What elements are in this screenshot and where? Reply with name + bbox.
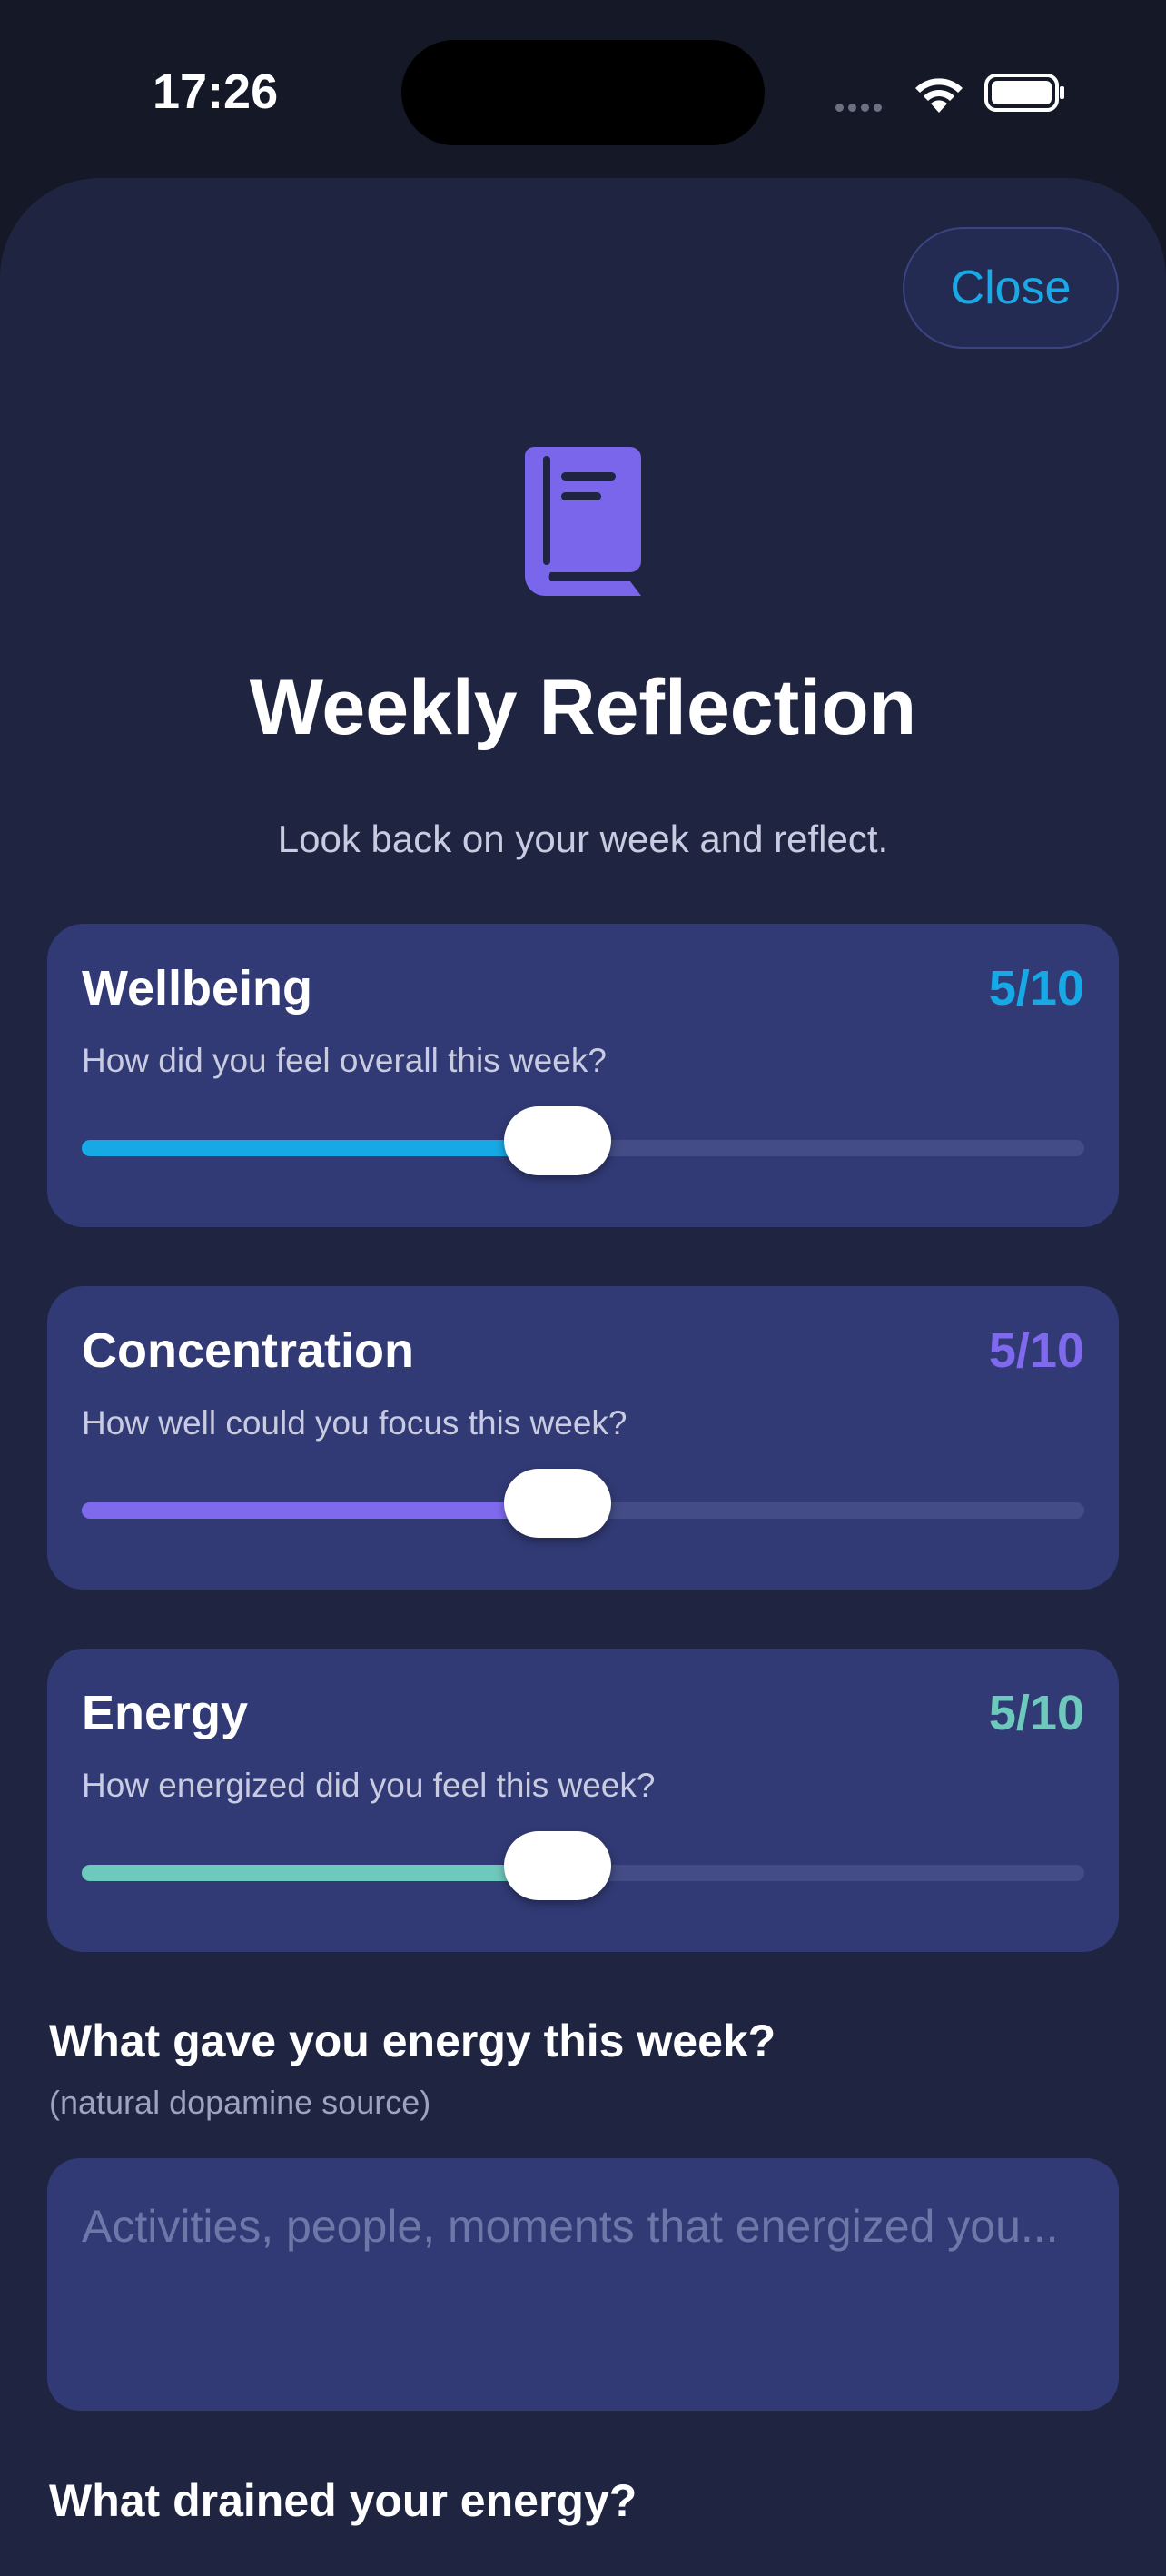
energy-drain-label: What drained your energy? bbox=[49, 2475, 637, 2526]
book-icon bbox=[525, 447, 641, 596]
slider-fill bbox=[82, 1865, 558, 1881]
rating-question: How well could you focus this week? bbox=[82, 1404, 627, 1442]
slider-fill bbox=[82, 1502, 558, 1519]
energy-gain-label: What gave you energy this week? bbox=[49, 2016, 776, 2066]
rating-question: How energized did you feel this week? bbox=[82, 1767, 656, 1804]
status-time: 17:26 bbox=[153, 64, 279, 119]
rating-title: Concentration bbox=[82, 1323, 415, 1378]
slider-thumb[interactable] bbox=[504, 1831, 611, 1900]
rating-card-wellbeing: Wellbeing 5/10 How did you feel overall … bbox=[47, 924, 1119, 1227]
cellular-signal-icon bbox=[835, 100, 886, 116]
energy-slider[interactable] bbox=[82, 1831, 1084, 1900]
rating-card-concentration: Concentration 5/10 How well could you fo… bbox=[47, 1286, 1119, 1590]
rating-card-energy: Energy 5/10 How energized did you feel t… bbox=[47, 1649, 1119, 1952]
status-bar: 17:26 bbox=[0, 0, 1166, 182]
page-subtitle: Look back on your week and reflect. bbox=[277, 817, 889, 860]
slider-fill bbox=[82, 1140, 558, 1156]
dynamic-island bbox=[401, 40, 765, 145]
energy-gain-input[interactable]: Activities, people, moments that energiz… bbox=[47, 2158, 1119, 2411]
concentration-slider[interactable] bbox=[82, 1469, 1084, 1538]
energy-gain-sublabel: (natural dopamine source) bbox=[49, 2084, 431, 2121]
wellbeing-slider[interactable] bbox=[82, 1106, 1084, 1175]
slider-thumb[interactable] bbox=[504, 1106, 611, 1175]
battery-icon bbox=[984, 74, 1064, 112]
rating-title: Wellbeing bbox=[82, 961, 313, 1016]
page-title: Weekly Reflection bbox=[249, 664, 917, 751]
rating-score: 5/10 bbox=[988, 961, 1084, 1016]
rating-title: Energy bbox=[82, 1686, 249, 1740]
rating-score: 5/10 bbox=[988, 1323, 1084, 1378]
slider-thumb[interactable] bbox=[504, 1469, 611, 1538]
close-button[interactable]: Close bbox=[903, 227, 1119, 349]
wifi-icon bbox=[915, 78, 963, 113]
rating-question: How did you feel overall this week? bbox=[82, 1042, 607, 1079]
rating-score: 5/10 bbox=[988, 1686, 1084, 1740]
